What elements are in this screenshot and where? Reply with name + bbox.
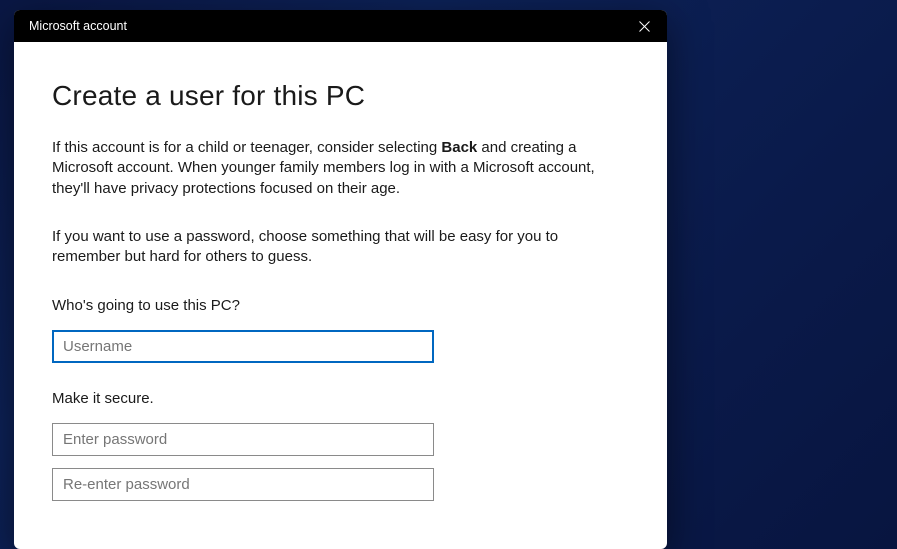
reenter-password-input[interactable] (52, 468, 434, 501)
description-password-hint: If you want to use a password, choose so… (52, 227, 629, 268)
close-icon (639, 21, 650, 32)
close-button[interactable] (622, 10, 667, 42)
desc1-bold: Back (441, 139, 477, 156)
window-title: Microsoft account (29, 19, 127, 33)
username-input[interactable] (52, 330, 434, 363)
account-setup-window: Microsoft account Create a user for this… (14, 10, 667, 549)
titlebar: Microsoft account (14, 10, 667, 42)
secure-label: Make it secure. (52, 390, 629, 407)
desc1-pre: If this account is for a child or teenag… (52, 139, 441, 156)
page-title: Create a user for this PC (52, 80, 629, 112)
content-area: Create a user for this PC If this accoun… (14, 42, 667, 501)
password-group (52, 423, 629, 501)
who-label: Who's going to use this PC? (52, 297, 629, 314)
description-child-account: If this account is for a child or teenag… (52, 138, 629, 199)
password-input[interactable] (52, 423, 434, 456)
